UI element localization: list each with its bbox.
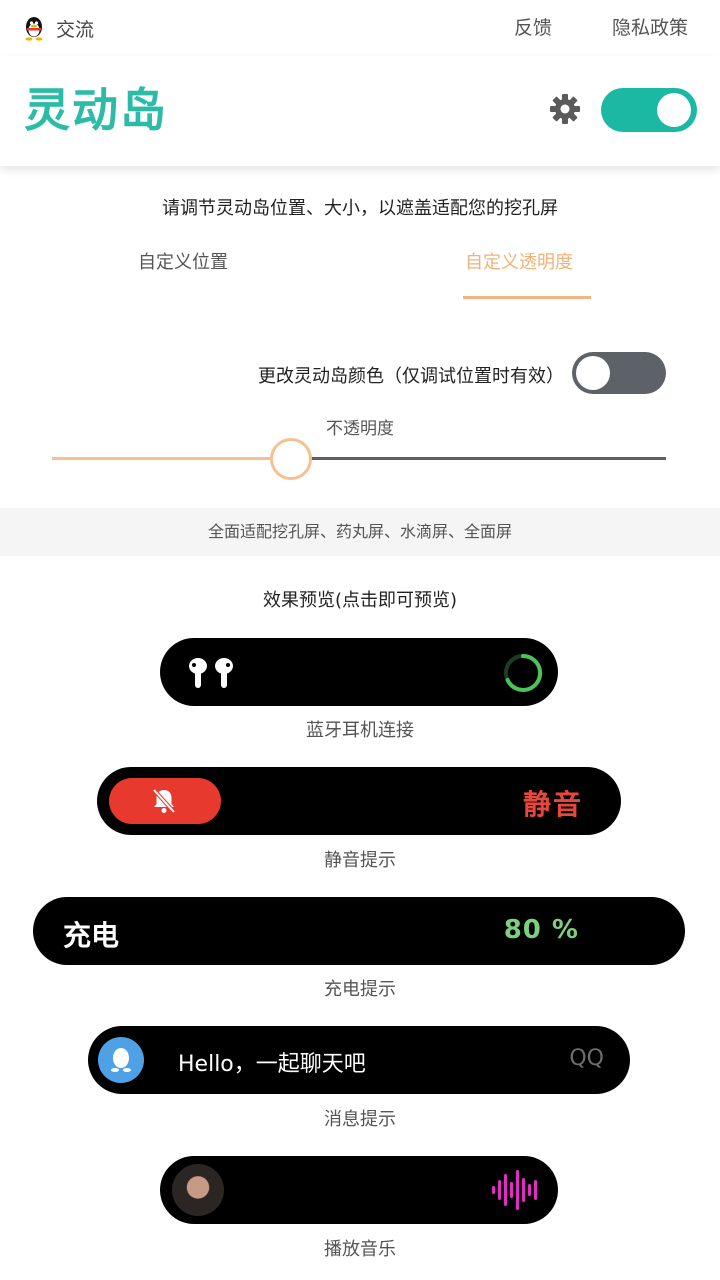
instruction-text: 请调节灵动岛位置、大小，以遮盖适配您的挖孔屏 xyxy=(162,198,558,219)
message-text: Hello，一起聊天吧 xyxy=(178,1052,366,1077)
music-caption: 播放音乐 xyxy=(324,1239,396,1260)
music-preview-island[interactable] xyxy=(160,1156,558,1224)
bluetooth-preview-island[interactable] xyxy=(160,638,558,706)
gear-icon[interactable] xyxy=(548,92,582,126)
app-title: 灵动岛 xyxy=(24,83,168,137)
connecting-progress-icon xyxy=(504,653,543,692)
mute-text: 静音 xyxy=(522,788,583,821)
tab-custom-position[interactable]: 自定义位置 xyxy=(138,248,228,274)
slider-track-remaining xyxy=(291,457,666,460)
color-option-row: 更改灵动岛颜色（仅调试位置时有效） xyxy=(0,352,720,396)
slider-track-filled xyxy=(52,457,291,460)
charging-caption: 充电提示 xyxy=(324,979,396,1000)
opacity-slider[interactable] xyxy=(52,438,666,480)
preview-title: 效果预览(点击即可预览) xyxy=(262,590,458,611)
charging-preview-island[interactable]: 充电 80 % xyxy=(33,897,685,965)
tab-custom-opacity[interactable]: 自定义透明度 xyxy=(465,248,573,274)
battery-percentage: 80 % xyxy=(503,915,579,945)
color-option-toggle[interactable] xyxy=(572,352,666,394)
color-option-label: 更改灵动岛颜色（仅调试位置时有效） xyxy=(258,366,564,387)
message-preview-island[interactable]: Hello，一起聊天吧 QQ xyxy=(88,1026,630,1094)
feedback-link[interactable]: 反馈 xyxy=(514,12,552,44)
qq-app-avatar xyxy=(98,1037,144,1083)
qq-penguin-icon xyxy=(111,1048,131,1072)
album-cover-image xyxy=(172,1164,224,1216)
earbuds-icon xyxy=(189,658,233,688)
message-caption: 消息提示 xyxy=(324,1109,396,1130)
app-header: 灵动岛 xyxy=(0,56,720,166)
opacity-label: 不透明度 xyxy=(326,419,394,439)
slider-thumb[interactable] xyxy=(270,438,312,480)
bluetooth-caption: 蓝牙耳机连接 xyxy=(306,720,414,741)
qq-community-link[interactable]: 交流 xyxy=(22,12,94,44)
mute-preview-island[interactable]: 静音 xyxy=(97,767,621,835)
qq-penguin-icon xyxy=(25,17,43,41)
charging-label: 充电 xyxy=(63,919,120,952)
top-bar: 交流 反馈 隐私政策 xyxy=(0,0,720,56)
toggle-knob xyxy=(657,93,691,127)
support-text: 全面适配挖孔屏、药丸屏、水滴屏、全面屏 xyxy=(207,522,512,541)
island-enable-toggle[interactable] xyxy=(601,88,697,132)
message-app-name: QQ xyxy=(569,1046,604,1071)
toggle-knob xyxy=(576,356,610,390)
qq-community-label: 交流 xyxy=(56,18,95,41)
active-tab-indicator xyxy=(463,296,591,299)
bell-muted-icon xyxy=(152,788,176,814)
support-banner: 全面适配挖孔屏、药丸屏、水滴屏、全面屏 xyxy=(0,508,720,556)
mute-badge xyxy=(109,778,221,824)
audio-waveform-icon xyxy=(492,1170,537,1210)
mute-caption: 静音提示 xyxy=(324,850,396,871)
privacy-policy-link[interactable]: 隐私政策 xyxy=(612,12,688,44)
